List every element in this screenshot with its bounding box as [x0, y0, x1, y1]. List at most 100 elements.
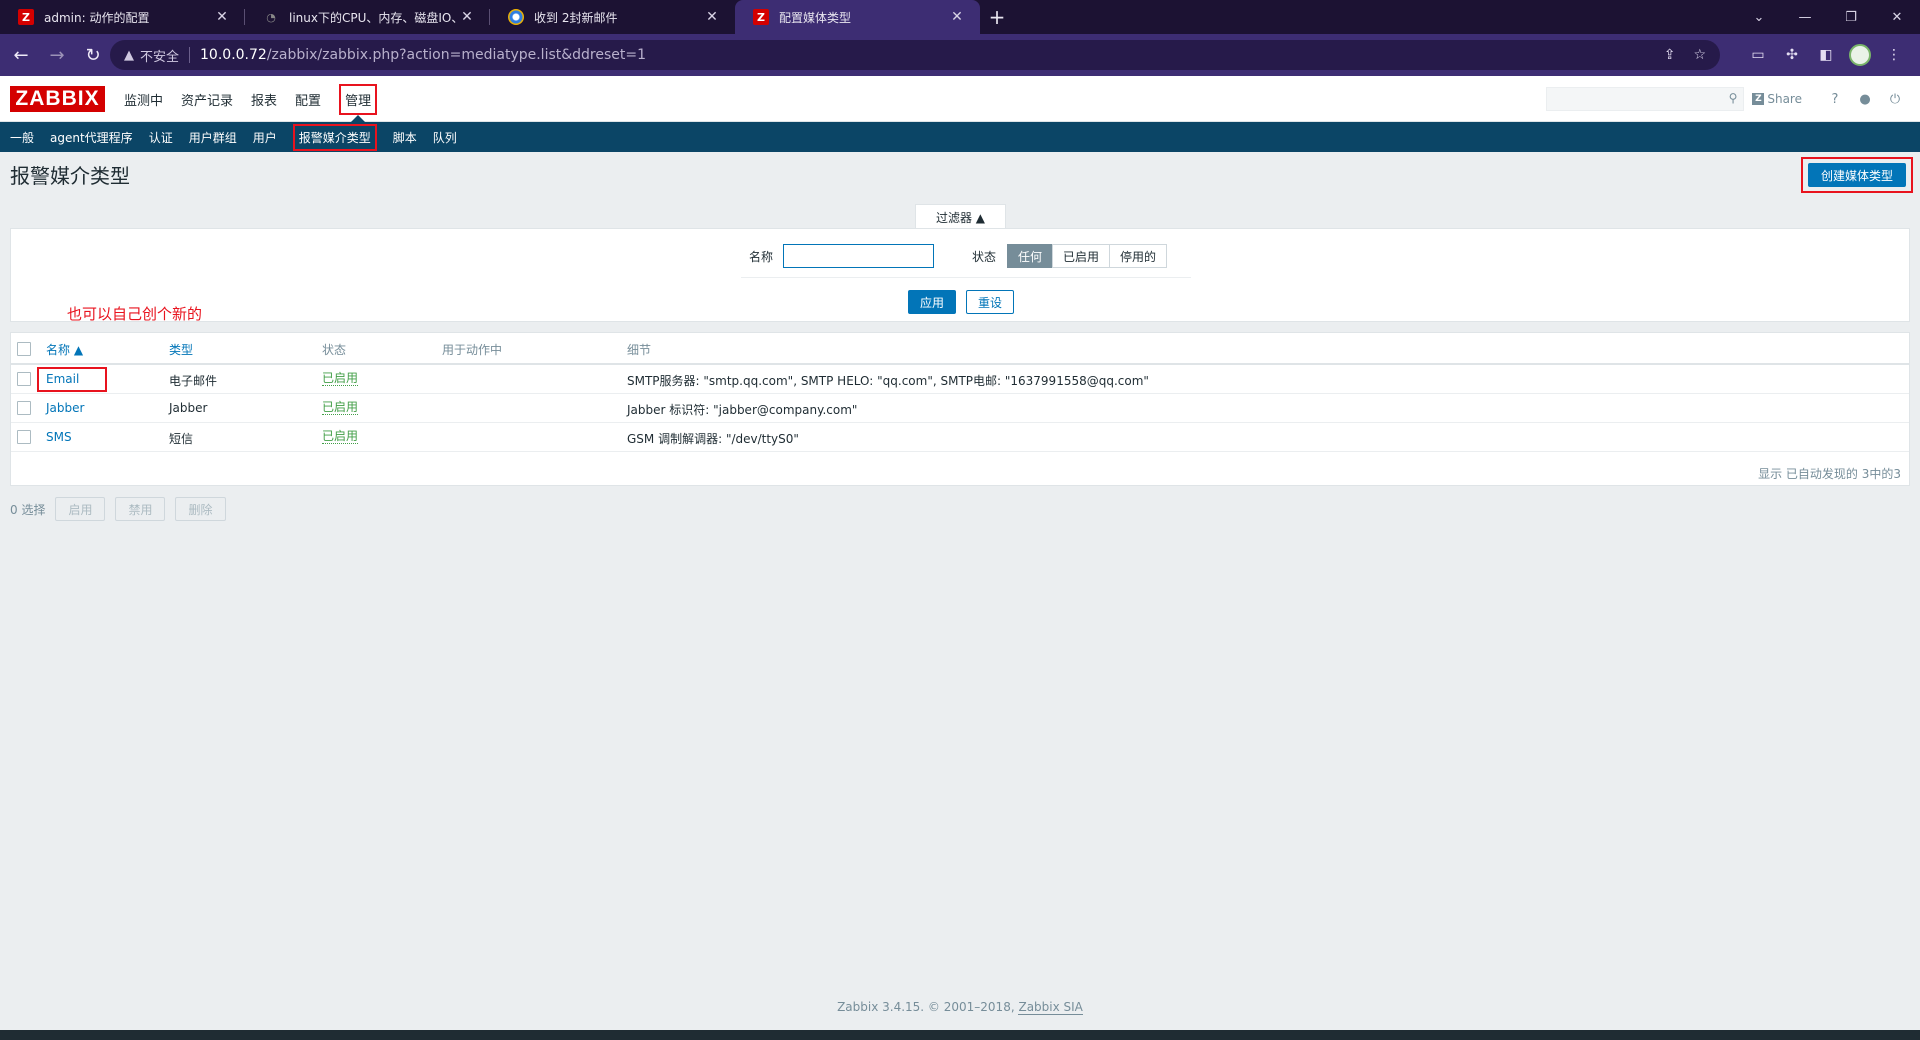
mass-delete-button[interactable]: 删除: [175, 497, 226, 521]
help-icon[interactable]: ?: [1820, 76, 1850, 122]
footer-text: Zabbix 3.4.15. © 2001–2018,: [837, 1000, 1015, 1014]
filter-tab[interactable]: 过滤器 ▲: [915, 204, 1006, 229]
mail-icon: [508, 9, 524, 25]
subnav-scripts[interactable]: 脚本: [385, 122, 425, 152]
zabbix-icon: Z: [753, 9, 769, 25]
browser-tab[interactable]: ◔ linux下的CPU、内存、磁盘IO、 ✕: [245, 0, 490, 34]
sidepanel-icon[interactable]: ◧: [1814, 43, 1838, 67]
row-checkbox[interactable]: [17, 401, 31, 415]
selected-count: 0 选择: [10, 502, 46, 517]
tab-search-icon[interactable]: ⌄: [1736, 0, 1782, 34]
address-bar[interactable]: ▲ 不安全 10.0.0.72 /zabbix/zabbix.php?actio…: [110, 40, 1720, 70]
mass-enable-button[interactable]: 启用: [55, 497, 106, 521]
puzzle-icon[interactable]: ✣: [1780, 43, 1804, 67]
media-name-link[interactable]: Email: [46, 372, 79, 386]
linux-icon: ◔: [266, 10, 276, 24]
insecure-label: 不安全: [140, 49, 180, 65]
column-details: 细节: [627, 343, 652, 357]
browser-tab[interactable]: Z admin: 动作的配置 ✕: [0, 0, 245, 34]
table-row: Email 电子邮件 已启用 SMTP服务器: "smtp.qq.com", S…: [11, 365, 1909, 394]
browser-tab-active[interactable]: Z 配置媒体类型 ✕: [735, 0, 980, 34]
table-row: SMS 短信 已启用 GSM 调制解调器: "/dev/ttyS0": [11, 423, 1909, 452]
footer-link[interactable]: Zabbix SIA: [1018, 1000, 1083, 1015]
close-icon[interactable]: ✕: [948, 9, 966, 25]
create-button-highlight: 创建媒体类型: [1801, 157, 1913, 193]
create-media-type-button[interactable]: 创建媒体类型: [1808, 163, 1906, 187]
table-header: 名称 ▲ 类型 状态 用于动作中 细节: [11, 333, 1909, 365]
divider: [741, 277, 1191, 278]
media-types-table: 名称 ▲ 类型 状态 用于动作中 细节 Email 电子邮件 已启用 SMTP服…: [10, 332, 1910, 486]
tab-title: linux下的CPU、内存、磁盘IO、: [289, 10, 458, 25]
back-icon[interactable]: ←: [6, 40, 36, 70]
window-controls: ⌄ — ❐ ✕: [1736, 0, 1920, 34]
close-icon[interactable]: ✕: [458, 9, 476, 25]
subnav-user-groups[interactable]: 用户群组: [181, 122, 245, 152]
zabbix-icon: Z: [18, 9, 34, 25]
menu-inventory[interactable]: 资产记录: [172, 76, 242, 122]
media-type: Jabber: [169, 401, 208, 415]
row-checkbox[interactable]: [17, 372, 31, 386]
divider: [189, 47, 191, 63]
browser-tab[interactable]: 收到 2封新邮件 ✕: [490, 0, 735, 34]
global-search-input[interactable]: ⚲: [1546, 87, 1745, 111]
sign-out-icon[interactable]: ⏻: [1880, 76, 1910, 122]
column-name[interactable]: 名称 ▲: [46, 341, 83, 358]
reload-icon[interactable]: ↻: [78, 40, 108, 70]
share-link[interactable]: Z Share: [1752, 92, 1802, 106]
media-name-link[interactable]: Jabber: [46, 401, 84, 415]
subnav-queue[interactable]: 队列: [425, 122, 465, 152]
sub-navigation: 一般 agent代理程序 认证 用户群组 用户 报警媒介类型 脚本 队列: [0, 122, 1920, 152]
status-toggle[interactable]: 已启用: [322, 401, 359, 415]
close-icon[interactable]: ✕: [703, 9, 721, 25]
filter-name-label: 名称: [749, 250, 774, 264]
mass-disable-button[interactable]: 禁用: [115, 497, 166, 521]
menu-configuration[interactable]: 配置: [286, 76, 330, 122]
status-option-any[interactable]: 任何: [1007, 244, 1054, 268]
profile-avatar[interactable]: [1848, 43, 1872, 67]
search-icon[interactable]: ⚲: [1729, 91, 1738, 105]
minimize-icon[interactable]: —: [1782, 0, 1828, 34]
zabbix-share-icon: Z: [1752, 93, 1765, 105]
bookmark-star-icon[interactable]: ☆: [1693, 47, 1706, 63]
restore-icon[interactable]: ❐: [1828, 0, 1874, 34]
subnav-authentication[interactable]: 认证: [141, 122, 181, 152]
filter-apply-button[interactable]: 应用: [908, 290, 956, 314]
subnav-users[interactable]: 用户: [245, 122, 285, 152]
zabbix-logo[interactable]: ZABBIX: [10, 86, 105, 112]
row-checkbox[interactable]: [17, 430, 31, 444]
close-icon[interactable]: ✕: [213, 9, 231, 25]
forward-icon[interactable]: →: [42, 40, 72, 70]
menu-reports[interactable]: 报表: [242, 76, 286, 122]
media-details: SMTP服务器: "smtp.qq.com", SMTP HELO: "qq.c…: [627, 374, 1149, 388]
status-toggle[interactable]: 已启用: [322, 372, 359, 386]
reader-icon[interactable]: ▭: [1746, 43, 1770, 67]
select-all-checkbox[interactable]: [17, 342, 31, 356]
status-option-enabled[interactable]: 已启用: [1052, 244, 1111, 268]
share-page-icon[interactable]: ⇪: [1664, 47, 1676, 63]
filter-reset-button[interactable]: 重设: [966, 290, 1014, 314]
media-name-link[interactable]: SMS: [46, 430, 72, 444]
user-profile-icon[interactable]: ●: [1850, 76, 1880, 122]
url-path: /zabbix/zabbix.php?action=mediatype.list…: [266, 47, 647, 63]
column-type[interactable]: 类型: [169, 341, 193, 358]
page-footer: Zabbix 3.4.15. © 2001–2018, Zabbix SIA: [0, 1000, 1920, 1015]
share-label: Share: [1767, 92, 1802, 106]
new-tab-button[interactable]: +: [980, 0, 1014, 34]
omnibox-actions: ⇪ ☆: [1664, 40, 1706, 70]
filter-panel: 名称 状态 任何 已启用 停用的 应用 重设: [10, 228, 1910, 322]
filter-status-label: 状态: [972, 250, 997, 264]
filter-name-input[interactable]: [783, 244, 934, 268]
window-close-icon[interactable]: ✕: [1874, 0, 1920, 34]
tab-title: admin: 动作的配置: [44, 10, 150, 25]
subnav-media-types[interactable]: 报警媒介类型: [285, 122, 385, 152]
menu-administration[interactable]: 管理: [330, 76, 386, 122]
top-menu: 监测中 资产记录 报表 配置 管理: [115, 76, 386, 122]
media-details: GSM 调制解调器: "/dev/ttyS0": [627, 432, 799, 446]
menu-monitoring[interactable]: 监测中: [115, 76, 172, 122]
taskbar-strip: [0, 1030, 1920, 1040]
subnav-proxies[interactable]: agent代理程序: [42, 122, 141, 152]
status-toggle[interactable]: 已启用: [322, 430, 359, 444]
kebab-menu-icon[interactable]: ⋮: [1882, 43, 1906, 67]
subnav-general[interactable]: 一般: [2, 122, 42, 152]
status-option-disabled[interactable]: 停用的: [1109, 244, 1168, 268]
